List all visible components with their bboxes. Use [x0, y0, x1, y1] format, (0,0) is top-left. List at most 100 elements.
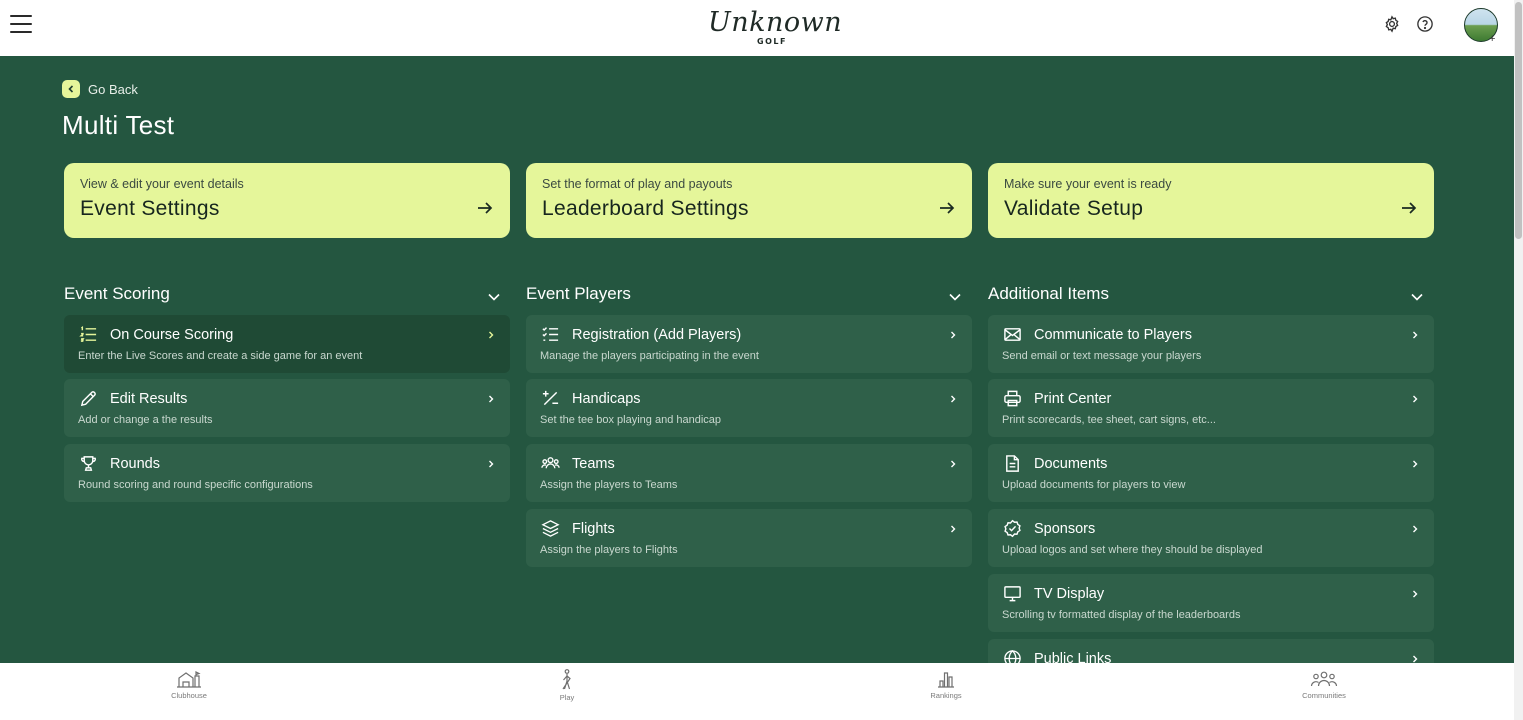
item-description: Upload documents for players to view — [1002, 479, 1186, 491]
nav-play[interactable]: Play — [527, 669, 607, 702]
chevron-right-icon — [489, 395, 494, 403]
checklist-icon — [542, 327, 559, 341]
monitor-icon — [1004, 586, 1021, 602]
rounds-item[interactable]: Rounds Round scoring and round specific … — [64, 444, 510, 502]
item-description: Enter the Live Scores and create a side … — [78, 350, 363, 362]
chevron-right-icon — [1413, 590, 1418, 598]
nav-rankings[interactable]: Rankings — [906, 669, 986, 700]
chevron-right-icon — [951, 331, 956, 339]
chevron-left-icon — [62, 80, 80, 98]
chevron-right-icon — [1413, 331, 1418, 339]
rankings-icon — [938, 672, 954, 688]
list-ordered-icon — [79, 326, 97, 342]
item-title: Communicate to Players — [1034, 327, 1192, 343]
chevron-right-icon — [489, 460, 494, 468]
arrow-right-icon — [478, 202, 493, 214]
users-icon — [541, 457, 560, 469]
item-description: Print scorecards, tee sheet, cart signs,… — [1002, 414, 1216, 426]
validate-setup-card[interactable]: Make sure your event is ready Validate S… — [988, 163, 1434, 238]
printer-icon — [1004, 390, 1021, 407]
chevron-right-icon — [489, 331, 494, 339]
communicate-to-players-item[interactable]: Communicate to Players Send email or tex… — [988, 315, 1434, 373]
item-description: Add or change a the results — [78, 414, 213, 426]
hamburger-menu-icon[interactable] — [10, 15, 32, 33]
top-header: Unknown GOLF + — [0, 0, 1514, 56]
item-title: TV Display — [1034, 586, 1105, 602]
flights-item[interactable]: Flights Assign the players to Flights — [526, 509, 972, 567]
chevron-right-icon — [951, 525, 956, 533]
go-back-link[interactable]: Go Back — [62, 80, 138, 98]
card-subtitle: Make sure your event is ready — [1004, 177, 1172, 191]
card-title: Validate Setup — [1004, 197, 1144, 220]
layers-icon — [541, 520, 560, 537]
mail-icon — [1004, 328, 1021, 341]
scrollbar-thumb[interactable] — [1515, 2, 1522, 239]
documents-item[interactable]: Documents Upload documents for players t… — [988, 444, 1434, 502]
golfer-icon — [562, 669, 571, 690]
event-settings-card[interactable]: View & edit your event details Event Set… — [64, 163, 510, 238]
item-title: Sponsors — [1034, 521, 1096, 537]
pencil-icon — [80, 391, 96, 407]
chevron-right-icon — [1413, 525, 1418, 533]
chevron-right-icon — [1413, 460, 1418, 468]
item-title: Handicaps — [572, 391, 641, 407]
item-title: Rounds — [110, 456, 160, 472]
item-title: Teams — [572, 456, 615, 472]
trophy-icon — [81, 456, 96, 471]
chevron-right-icon — [1413, 395, 1418, 403]
item-description: Upload logos and set where they should b… — [1002, 544, 1263, 556]
item-description: Set the tee box playing and handicap — [540, 414, 722, 426]
chevron-right-icon — [951, 395, 956, 403]
section-title-additional-items: Additional Items — [988, 284, 1109, 303]
item-description: Assign the players to Flights — [540, 544, 678, 556]
item-title: On Course Scoring — [110, 327, 234, 343]
tv-display-item[interactable]: TV Display Scrolling tv formatted displa… — [988, 574, 1434, 632]
chevron-down-icon[interactable] — [948, 290, 962, 304]
item-description: Round scoring and round specific configu… — [78, 479, 313, 491]
item-title: Registration (Add Players) — [572, 327, 742, 343]
print-center-item[interactable]: Print Center Print scorecards, tee sheet… — [988, 379, 1434, 437]
gear-icon[interactable] — [1383, 15, 1401, 33]
chevron-down-icon[interactable] — [1410, 290, 1424, 304]
clubhouse-icon — [177, 671, 201, 688]
section-title-event-players: Event Players — [526, 284, 631, 303]
arrow-right-icon — [940, 202, 955, 214]
logo-script-text: Unknown — [708, 7, 843, 38]
public-links-item[interactable]: Public Links — [988, 639, 1434, 668]
item-description: Manage the players participating in the … — [540, 350, 759, 362]
logo-sub-text: GOLF — [757, 37, 787, 46]
item-title: Print Center — [1034, 391, 1112, 407]
chevron-right-icon — [951, 460, 956, 468]
item-description: Send email or text message your players — [1002, 350, 1202, 362]
sponsors-item[interactable]: Sponsors Upload logos and set where they… — [988, 509, 1434, 567]
chevron-down-icon[interactable] — [487, 290, 501, 304]
registration-item[interactable]: Registration (Add Players) Manage the pl… — [526, 315, 972, 373]
section-title-event-scoring: Event Scoring — [64, 284, 170, 303]
nav-communities[interactable]: Communities — [1284, 669, 1364, 700]
badge-check-icon — [1004, 519, 1021, 538]
nav-label: Rankings — [930, 691, 962, 700]
logo[interactable]: Unknown GOLF — [708, 7, 843, 49]
avatar-add-icon[interactable]: + — [1489, 34, 1495, 45]
nav-clubhouse[interactable]: Clubhouse — [149, 669, 229, 700]
nav-label: Communities — [1302, 691, 1346, 700]
item-title: Edit Results — [110, 391, 188, 407]
leaderboard-settings-card[interactable]: Set the format of play and payouts Leade… — [526, 163, 972, 238]
item-title: Flights — [572, 521, 615, 537]
help-icon[interactable] — [1416, 15, 1434, 33]
arrow-right-icon — [1402, 202, 1417, 214]
card-title: Leaderboard Settings — [542, 197, 749, 220]
handicaps-item[interactable]: Handicaps Set the tee box playing and ha… — [526, 379, 972, 437]
item-description: Scrolling tv formatted display of the le… — [1002, 609, 1241, 621]
card-subtitle: Set the format of play and payouts — [542, 177, 733, 191]
document-icon — [1006, 455, 1019, 472]
teams-item[interactable]: Teams Assign the players to Teams — [526, 444, 972, 502]
communities-icon — [1310, 671, 1338, 687]
plus-minus-icon — [542, 390, 559, 406]
go-back-label: Go Back — [88, 81, 138, 97]
item-description: Assign the players to Teams — [540, 479, 678, 491]
edit-results-item[interactable]: Edit Results Add or change a the results — [64, 379, 510, 437]
item-title: Documents — [1034, 456, 1108, 472]
nav-label: Clubhouse — [171, 691, 207, 700]
on-course-scoring-item[interactable]: On Course Scoring Enter the Live Scores … — [64, 315, 510, 373]
